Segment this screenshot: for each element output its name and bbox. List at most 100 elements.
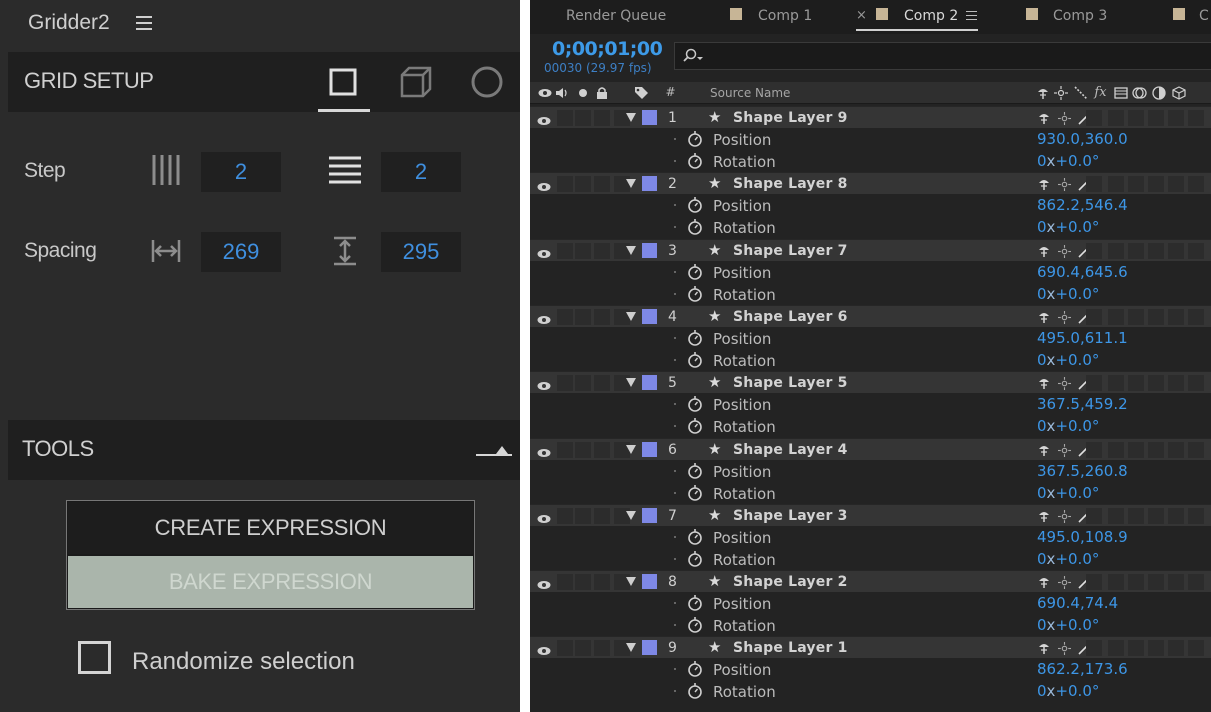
tab-comp-3[interactable]: Comp 3 bbox=[1053, 8, 1107, 24]
stopwatch-icon[interactable] bbox=[687, 594, 703, 615]
stopwatch-icon[interactable] bbox=[687, 484, 703, 505]
switch-cell[interactable] bbox=[594, 442, 610, 458]
tab-comp-1[interactable]: Comp 1 bbox=[758, 8, 812, 24]
stopwatch-icon[interactable] bbox=[687, 682, 703, 703]
stopwatch-icon[interactable] bbox=[687, 395, 703, 416]
position-value[interactable]: 367.5,260.8 bbox=[1037, 462, 1128, 480]
expand-triangle-icon[interactable] bbox=[626, 643, 636, 652]
layer-name[interactable]: Shape Layer 8 bbox=[733, 176, 848, 192]
layer-name[interactable]: Shape Layer 4 bbox=[733, 442, 848, 458]
label-color-swatch[interactable] bbox=[642, 442, 657, 457]
switch-cell[interactable] bbox=[1168, 640, 1184, 656]
switch-cell[interactable] bbox=[1108, 442, 1124, 458]
label-tag-icon[interactable] bbox=[634, 85, 649, 100]
rotation-property-row[interactable]: Rotation 0x+0.0° bbox=[530, 216, 1211, 238]
switch-cell[interactable] bbox=[1188, 640, 1204, 656]
shy-switch-icon[interactable] bbox=[1035, 309, 1052, 325]
adjustment-layer-icon[interactable] bbox=[1151, 85, 1166, 100]
collapse-switch-icon[interactable] bbox=[1056, 442, 1073, 458]
switch-cell[interactable] bbox=[575, 375, 591, 391]
switch-cell[interactable] bbox=[1108, 508, 1124, 524]
switch-cell[interactable] bbox=[575, 508, 591, 524]
switch-cell[interactable] bbox=[1148, 243, 1164, 259]
switch-cell[interactable] bbox=[557, 243, 573, 259]
switch-cell[interactable] bbox=[1108, 176, 1124, 192]
stopwatch-icon[interactable] bbox=[687, 660, 703, 681]
shy-switch-icon[interactable] bbox=[1035, 375, 1052, 391]
switch-cell[interactable] bbox=[1086, 640, 1102, 656]
step-columns-field[interactable]: 2 bbox=[201, 152, 281, 192]
rotation-property-row[interactable]: Rotation 0x+0.0° bbox=[530, 415, 1211, 437]
position-value[interactable]: 690.4,74.4 bbox=[1037, 594, 1118, 612]
rotation-turns[interactable]: 0 bbox=[1037, 351, 1047, 369]
shy-switch-icon[interactable] bbox=[1035, 243, 1052, 259]
switch-cell[interactable] bbox=[1188, 508, 1204, 524]
layer-row[interactable]: 5 ★ Shape Layer 5 bbox=[530, 371, 1211, 393]
layer-row[interactable]: 2 ★ Shape Layer 8 bbox=[530, 172, 1211, 194]
switch-cell[interactable] bbox=[1108, 110, 1124, 126]
shy-switch-icon[interactable] bbox=[1035, 442, 1052, 458]
stopwatch-icon[interactable] bbox=[687, 462, 703, 483]
switch-cell[interactable] bbox=[1128, 110, 1144, 126]
collapse-switch-icon[interactable] bbox=[1056, 243, 1073, 259]
label-color-swatch[interactable] bbox=[642, 176, 657, 191]
layer-name[interactable]: Shape Layer 6 bbox=[733, 309, 848, 325]
panel-menu-icon[interactable] bbox=[136, 16, 152, 34]
label-color-swatch[interactable] bbox=[642, 243, 657, 258]
stopwatch-icon[interactable] bbox=[687, 351, 703, 372]
rotation-value[interactable]: 0x+0.0° bbox=[1037, 484, 1099, 502]
rotation-property-row[interactable]: Rotation 0x+0.0° bbox=[530, 614, 1211, 636]
expand-triangle-icon[interactable] bbox=[626, 312, 636, 321]
switch-cell[interactable] bbox=[1148, 574, 1164, 590]
stopwatch-icon[interactable] bbox=[687, 285, 703, 306]
switch-cell[interactable] bbox=[1168, 508, 1184, 524]
tab-comp-2[interactable]: Comp 2 bbox=[904, 8, 958, 24]
position-value[interactable]: 690.4,645.6 bbox=[1037, 263, 1128, 281]
switch-cell[interactable] bbox=[557, 110, 573, 126]
switch-cell[interactable] bbox=[1128, 243, 1144, 259]
rotation-degrees[interactable]: +0.0° bbox=[1055, 417, 1099, 435]
rotation-value[interactable]: 0x+0.0° bbox=[1037, 152, 1099, 170]
shy-switch-icon[interactable] bbox=[1035, 640, 1052, 656]
position-property-row[interactable]: Position 495.0,611.1 bbox=[530, 327, 1211, 349]
switch-cell[interactable] bbox=[1086, 375, 1102, 391]
position-property-row[interactable]: Position 862.2,546.4 bbox=[530, 194, 1211, 216]
layer-name[interactable]: Shape Layer 5 bbox=[733, 375, 848, 391]
switch-cell[interactable] bbox=[1148, 110, 1164, 126]
position-value[interactable]: 862.2,173.6 bbox=[1037, 660, 1128, 678]
rotation-property-row[interactable]: Rotation 0x+0.0° bbox=[530, 680, 1211, 702]
switch-cell[interactable] bbox=[1128, 574, 1144, 590]
layer-row[interactable]: 1 ★ Shape Layer 9 bbox=[530, 106, 1211, 128]
switch-cell[interactable] bbox=[1108, 574, 1124, 590]
rotation-property-row[interactable]: Rotation 0x+0.0° bbox=[530, 283, 1211, 305]
expand-triangle-icon[interactable] bbox=[626, 179, 636, 188]
stopwatch-icon[interactable] bbox=[687, 218, 703, 239]
rotation-turns[interactable]: 0 bbox=[1037, 550, 1047, 568]
switch-cell[interactable] bbox=[1188, 309, 1204, 325]
eye-icon[interactable] bbox=[537, 85, 552, 100]
shy-switch-icon[interactable] bbox=[1035, 574, 1052, 590]
bake-expression-button[interactable]: BAKE EXPRESSION bbox=[68, 556, 473, 608]
shy-switch-icon[interactable] bbox=[1035, 110, 1052, 126]
square-mode-icon[interactable] bbox=[325, 64, 361, 100]
label-color-swatch[interactable] bbox=[642, 110, 657, 125]
collapse-switch-icon[interactable] bbox=[1056, 640, 1073, 656]
switch-cell[interactable] bbox=[557, 574, 573, 590]
expand-triangle-icon[interactable] bbox=[626, 445, 636, 454]
switch-cell[interactable] bbox=[1148, 375, 1164, 391]
rotation-value[interactable]: 0x+0.0° bbox=[1037, 351, 1099, 369]
switch-cell[interactable] bbox=[575, 243, 591, 259]
expand-triangle-icon[interactable] bbox=[626, 246, 636, 255]
switch-cell[interactable] bbox=[1168, 110, 1184, 126]
tab-menu-icon[interactable] bbox=[966, 11, 977, 23]
switch-cell[interactable] bbox=[1188, 110, 1204, 126]
rotation-degrees[interactable]: +0.0° bbox=[1055, 682, 1099, 700]
switch-cell[interactable] bbox=[1168, 442, 1184, 458]
expand-triangle-icon[interactable] bbox=[626, 378, 636, 387]
stopwatch-icon[interactable] bbox=[687, 329, 703, 350]
collapse-switch-icon[interactable] bbox=[1056, 110, 1073, 126]
timecode-display[interactable]: 0;00;01;00 bbox=[552, 38, 663, 60]
layer-row[interactable]: 7 ★ Shape Layer 3 bbox=[530, 504, 1211, 526]
tab-comp-4[interactable]: C bbox=[1199, 8, 1209, 24]
stopwatch-icon[interactable] bbox=[687, 528, 703, 549]
